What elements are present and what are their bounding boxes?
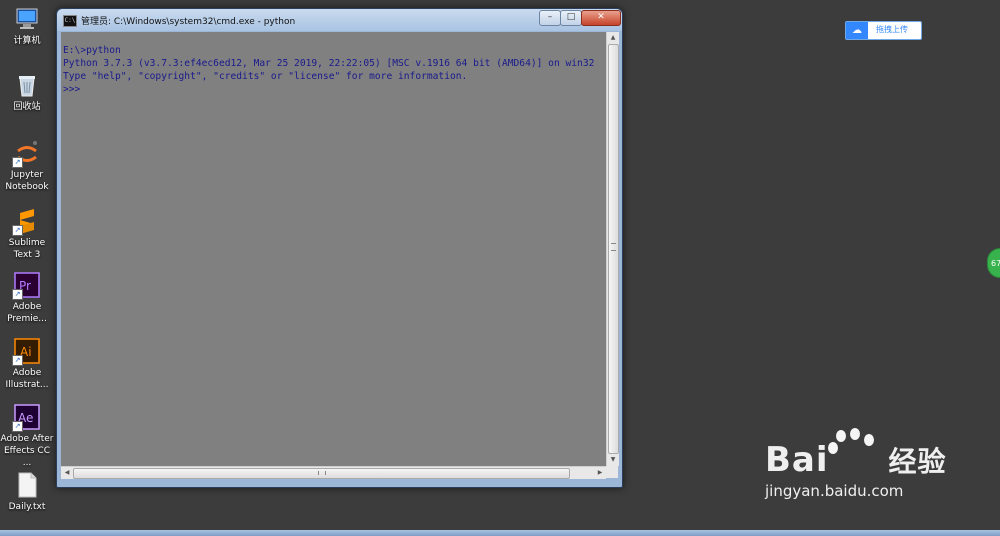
shortcut-arrow-icon: ↗ [12, 355, 23, 366]
window-titlebar[interactable]: C:\ 管理员: C:\Windows\system32\cmd.exe - p… [57, 9, 622, 31]
desktop-icon-label: Jupyter Notebook [5, 170, 49, 192]
grip-icon [611, 243, 616, 251]
watermark-brand-latin: Bai [765, 440, 829, 480]
console-line: Python 3.7.3 (v3.7.3:ef4ec6ed12, Mar 25 … [63, 58, 595, 69]
scroll-left-arrow-icon[interactable]: ◀ [61, 467, 73, 479]
cmd-icon: C:\ [63, 15, 77, 27]
scroll-down-arrow-icon[interactable]: ▼ [607, 454, 619, 466]
desktop-icon-illustrator[interactable]: Ai ↗ Adobe Illustrat... [0, 338, 54, 391]
illustrator-icon: Ai ↗ [12, 338, 40, 366]
horizontal-scroll-thumb[interactable] [73, 468, 570, 479]
text-file-icon [14, 472, 40, 498]
premiere-icon: Pr ↗ [12, 272, 40, 300]
maximize-button[interactable]: □ [560, 10, 582, 26]
desktop-icon-label: Adobe Premie... [7, 302, 47, 324]
baidu-watermark: Bai 经验 jingyan.baidu.com [765, 440, 947, 500]
vertical-scroll-thumb[interactable] [608, 44, 619, 454]
desktop-icon-premiere[interactable]: Pr ↗ Adobe Premie... [0, 272, 54, 325]
upload-button-label: 拖拽上传 [876, 25, 908, 34]
upload-button[interactable]: ☁ 拖拽上传 [845, 21, 922, 40]
scroll-corner [606, 466, 618, 478]
recycle-bin-icon [14, 72, 40, 98]
shortcut-arrow-icon: ↗ [12, 157, 23, 168]
vertical-scrollbar[interactable]: ▲ ▼ [606, 32, 619, 466]
console-lines: E:\>python Python 3.7.3 (v3.7.3:ef4ec6ed… [61, 44, 594, 96]
cmd-window[interactable]: C:\ 管理员: C:\Windows\system32\cmd.exe - p… [56, 8, 623, 488]
grip-icon [318, 471, 326, 475]
console-line: Type "help", "copyright", "credits" or "… [63, 71, 468, 82]
desktop-icon-label: 计算机 [13, 36, 41, 46]
desktop-icon-daily-txt[interactable]: Daily.txt [0, 472, 54, 513]
cloud-icon: ☁ [846, 22, 868, 39]
watermark-brand: Bai 经验 [765, 440, 947, 480]
desktop: 计算机 回收站 ↗ Jupyter Notebook ↗ Sublime Tex… [0, 0, 1000, 536]
desktop-icon-after-effects[interactable]: Ae ↗ Adobe After Effects CC ... [0, 404, 54, 469]
desktop-icon-jupyter[interactable]: ↗ Jupyter Notebook [0, 140, 54, 193]
scroll-right-arrow-icon[interactable]: ▶ [594, 467, 606, 479]
after-effects-icon: Ae ↗ [12, 404, 40, 432]
close-button[interactable]: ✕ [581, 10, 621, 26]
taskbar[interactable] [0, 530, 1000, 536]
desktop-icon-label: Daily.txt [8, 502, 46, 512]
shortcut-arrow-icon: ↗ [12, 421, 23, 432]
window-title: 管理员: C:\Windows\system32\cmd.exe - pytho… [81, 17, 296, 27]
watermark-url: jingyan.baidu.com [765, 482, 904, 500]
desktop-icon-computer[interactable]: 计算机 [0, 6, 54, 47]
desktop-icon-label: 回收站 [13, 102, 41, 112]
jupyter-icon: ↗ [12, 140, 40, 168]
computer-icon [14, 6, 40, 32]
console-line: E:\>python [63, 45, 121, 56]
console-output[interactable]: E:\>python Python 3.7.3 (v3.7.3:ef4ec6ed… [61, 32, 606, 466]
sublime-icon: ↗ [12, 208, 40, 236]
minimize-button[interactable]: – [539, 10, 561, 26]
shortcut-arrow-icon: ↗ [12, 225, 23, 236]
desktop-icon-sublime[interactable]: ↗ Sublime Text 3 [0, 208, 54, 261]
desktop-icon-label: Sublime Text 3 [8, 238, 46, 260]
horizontal-scrollbar[interactable]: ◀ ▶ [61, 466, 606, 479]
desktop-icon-recycle-bin[interactable]: 回收站 [0, 72, 54, 113]
desktop-icon-label: Adobe After Effects CC ... [0, 434, 54, 468]
side-badge[interactable]: 67 [987, 248, 1000, 278]
scroll-up-arrow-icon[interactable]: ▲ [607, 32, 619, 44]
console-prompt: >>> [63, 84, 81, 95]
shortcut-arrow-icon: ↗ [12, 289, 23, 300]
desktop-icon-label: Adobe Illustrat... [5, 368, 49, 390]
watermark-brand-cn: 经验 [888, 445, 947, 478]
